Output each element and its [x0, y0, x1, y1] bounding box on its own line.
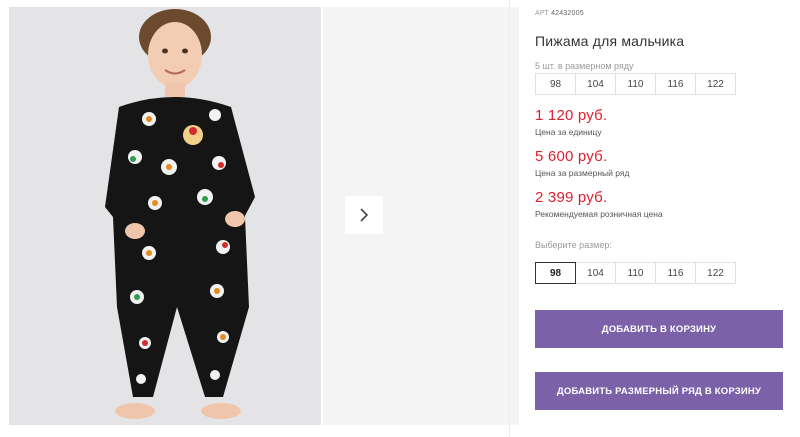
article-value: 42432005	[551, 10, 584, 17]
product-title: Пижама для мальчика	[535, 33, 685, 49]
retail-price: 2 399 руб.	[535, 189, 608, 206]
row-price-note: Цена за размерный ряд	[535, 168, 630, 178]
size-row-item: 110	[615, 73, 656, 95]
chevron-right-icon	[360, 208, 369, 222]
unit-price: 1 120 руб.	[535, 107, 608, 124]
size-option-116[interactable]: 116	[655, 262, 696, 284]
size-row-item: 104	[575, 73, 616, 95]
unit-price-note: Цена за единицу	[535, 127, 602, 137]
gallery-next-button[interactable]	[345, 196, 383, 234]
article-number: АРТ 42432005	[535, 10, 584, 17]
add-size-row-to-cart-button[interactable]: ДОБАВИТЬ РАЗМЕРНЫЙ РЯД В КОРЗИНУ	[535, 372, 783, 410]
size-row-label: 5 шт. в размерном ряду	[535, 61, 634, 71]
add-to-cart-button[interactable]: ДОБАВИТЬ В КОРЗИНУ	[535, 310, 783, 348]
article-label: АРТ	[535, 10, 549, 17]
retail-price-note: Рекомендуемая розничная цена	[535, 209, 663, 219]
size-row-item: 122	[695, 73, 736, 95]
size-option-110[interactable]: 110	[615, 262, 656, 284]
size-option-98[interactable]: 98	[535, 262, 576, 284]
size-row-list: 98 104 110 116 122	[535, 73, 736, 95]
size-row-item: 98	[535, 73, 576, 95]
boy-pajama-image	[9, 7, 321, 425]
size-selector: 98 104 110 116 122	[535, 262, 736, 284]
size-option-104[interactable]: 104	[575, 262, 616, 284]
choose-size-label: Выберите размер:	[535, 240, 612, 250]
row-price: 5 600 руб.	[535, 148, 608, 165]
panel-divider	[509, 0, 510, 437]
size-option-122[interactable]: 122	[695, 262, 736, 284]
product-photo[interactable]	[9, 7, 321, 425]
product-gallery	[9, 7, 519, 427]
size-row-item: 116	[655, 73, 696, 95]
